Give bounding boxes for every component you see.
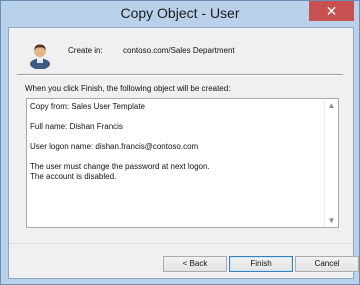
summary-line-full-name: Full name: Dishan Francis bbox=[30, 122, 123, 131]
copy-object-user-window: Copy Object - User ✕ Create in: contoso.… bbox=[0, 0, 360, 285]
create-in-path: contoso.com/Sales Department bbox=[123, 46, 235, 55]
wizard-header: Create in: contoso.com/Sales Department bbox=[9, 28, 353, 72]
title-bar[interactable]: Copy Object - User ✕ bbox=[1, 1, 359, 27]
summary-spacer bbox=[30, 152, 320, 162]
button-area-divider bbox=[9, 243, 353, 244]
intro-text: When you click Finish, the following obj… bbox=[25, 84, 231, 93]
create-in-label: Create in: bbox=[68, 46, 103, 55]
summary-line-copy-from: Copy from: Sales User Template bbox=[30, 102, 146, 111]
summary-textbox[interactable]: Copy from: Sales User Template Full name… bbox=[26, 98, 339, 228]
summary-spacer bbox=[30, 112, 320, 122]
summary-scrollbar[interactable]: ▲ ▼ bbox=[324, 99, 338, 227]
window-title: Copy Object - User bbox=[120, 5, 240, 21]
wizard-page: Create in: contoso.com/Sales Department … bbox=[8, 27, 359, 279]
summary-line-disabled-note: The account is disabled. bbox=[30, 172, 117, 181]
scroll-up-arrow-icon[interactable]: ▲ bbox=[325, 99, 338, 112]
finish-button[interactable]: Finish bbox=[229, 256, 293, 272]
summary-spacer bbox=[30, 132, 320, 142]
user-icon bbox=[26, 41, 54, 70]
close-button[interactable]: ✕ bbox=[309, 1, 354, 21]
summary-line-logon-name: User logon name: dishan.francis@contoso.… bbox=[30, 142, 199, 151]
summary-text: Copy from: Sales User Template Full name… bbox=[30, 102, 320, 182]
back-button[interactable]: < Back bbox=[163, 256, 227, 272]
cancel-button[interactable]: Cancel bbox=[295, 256, 359, 272]
header-divider bbox=[17, 74, 343, 76]
close-icon: ✕ bbox=[325, 3, 338, 19]
summary-line-password-note: The user must change the password at nex… bbox=[30, 162, 210, 171]
scroll-down-arrow-icon[interactable]: ▼ bbox=[325, 214, 338, 227]
